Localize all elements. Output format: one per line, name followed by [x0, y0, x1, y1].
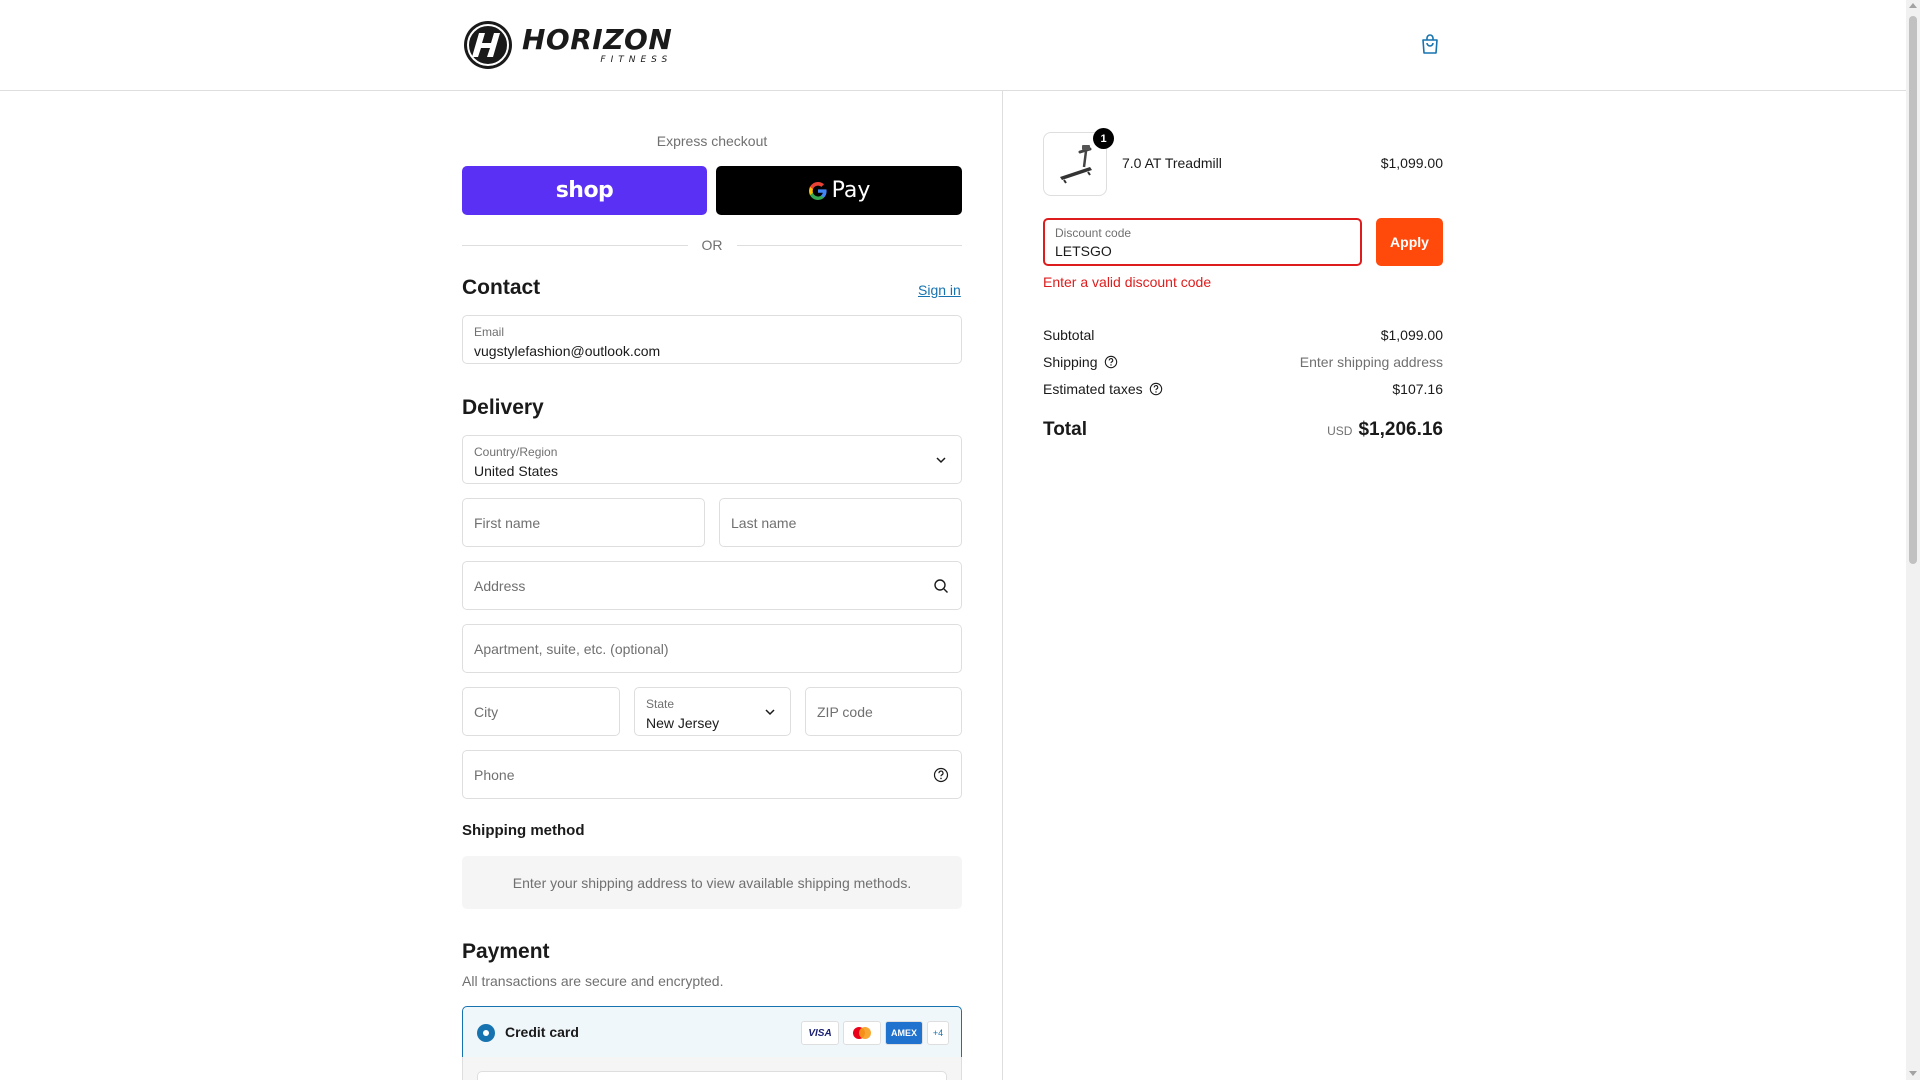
phone-placeholder: Phone [474, 766, 515, 783]
credit-card-radio[interactable] [477, 1024, 495, 1042]
email-value: vugstylefashion@outlook.com [474, 343, 661, 359]
search-icon [934, 578, 948, 593]
email-label: Email [474, 325, 505, 339]
city-input[interactable]: City [462, 687, 620, 736]
google-pay-label: Pay [831, 178, 871, 203]
more-cards-badge: +4 [927, 1021, 949, 1045]
page-scrollbar[interactable] [1906, 0, 1920, 1080]
sign-in-link[interactable]: Sign in [918, 282, 961, 298]
site-header: HORIZON FITNESS [0, 0, 1906, 91]
card-number-input[interactable] [477, 1071, 947, 1080]
state-value: New Jersey [646, 715, 720, 731]
shipping-row: Shipping Enter shipping address [1043, 354, 1443, 372]
product-price: $1,099.00 [1380, 155, 1443, 171]
or-divider: OR [462, 236, 962, 254]
subtotal-label: Subtotal [1043, 327, 1095, 343]
horizon-logo-mark-icon [464, 21, 512, 69]
help-circle-icon[interactable] [1149, 382, 1163, 396]
payment-subtitle: All transactions are secure and encrypte… [462, 973, 724, 989]
product-name: 7.0 AT Treadmill [1122, 155, 1222, 171]
google-pay-button[interactable]: Pay [716, 166, 962, 215]
scroll-down-icon[interactable] [1909, 1071, 1917, 1076]
chevron-down-icon [765, 708, 775, 715]
zip-input[interactable]: ZIP code [805, 687, 962, 736]
discount-error-message: Enter a valid discount code [1043, 274, 1212, 290]
quantity-badge: 1 [1093, 128, 1114, 149]
last-name-placeholder: Last name [731, 514, 797, 531]
credit-card-label: Credit card [505, 1024, 579, 1040]
credit-card-option[interactable]: Credit card VISA AMEX +4 [462, 1006, 962, 1058]
address-placeholder: Address [474, 577, 526, 594]
total-label: Total [1043, 419, 1087, 440]
scrollbar-thumb[interactable] [1909, 16, 1917, 564]
shipping-label: Shipping [1043, 354, 1098, 370]
card-brands: VISA AMEX +4 [801, 1021, 949, 1045]
last-name-input[interactable]: Last name [719, 498, 962, 547]
city-placeholder: City [474, 703, 499, 720]
discount-code-input[interactable]: Discount code LETSGO [1043, 218, 1362, 266]
horizon-logo[interactable]: HORIZON FITNESS [462, 19, 672, 71]
email-field[interactable]: Email vugstylefashion@outlook.com [462, 315, 962, 364]
address-input[interactable]: Address [462, 561, 962, 610]
total-row: Total USD $1,206.16 [1043, 419, 1443, 445]
contact-title: Contact [462, 276, 541, 299]
shipping-method-title: Shipping method [462, 822, 585, 839]
zip-placeholder: ZIP code [817, 703, 873, 720]
help-circle-icon[interactable] [933, 767, 949, 783]
shop-pay-button[interactable]: shop [462, 166, 707, 215]
shop-pay-label: shop [555, 178, 614, 203]
taxes-row: Estimated taxes $107.16 [1043, 381, 1443, 399]
apartment-placeholder: Apartment, suite, etc. (optional) [474, 640, 669, 657]
subtotal-value: $1,099.00 [1380, 327, 1443, 343]
help-circle-icon[interactable] [1104, 355, 1118, 369]
apply-discount-button[interactable]: Apply [1376, 218, 1443, 266]
first-name-placeholder: First name [474, 514, 541, 531]
country-label: Country/Region [474, 445, 558, 459]
taxes-label: Estimated taxes [1043, 381, 1143, 397]
visa-icon: VISA [801, 1021, 839, 1045]
phone-input[interactable]: Phone [462, 750, 962, 799]
delivery-title: Delivery [462, 396, 544, 419]
total-value: $1,206.16 [1358, 419, 1443, 440]
payment-title: Payment [462, 940, 550, 963]
state-label: State [646, 697, 675, 711]
apartment-input[interactable]: Apartment, suite, etc. (optional) [462, 624, 962, 673]
chevron-down-icon [936, 456, 946, 463]
shipping-value: Enter shipping address [1299, 354, 1443, 370]
first-name-input[interactable]: First name [462, 498, 705, 547]
country-value: United States [474, 463, 559, 479]
taxes-value: $107.16 [1392, 381, 1443, 397]
scroll-up-icon[interactable] [1909, 3, 1917, 8]
brand-sub: FITNESS [600, 54, 673, 65]
discount-value: LETSGO [1055, 243, 1112, 259]
or-text: OR [701, 237, 723, 253]
currency-code: USD [1327, 424, 1353, 438]
express-checkout-title: Express checkout [656, 133, 768, 149]
state-select[interactable]: State New Jersey [634, 687, 791, 736]
credit-card-form [462, 1057, 962, 1080]
discount-label: Discount code [1055, 226, 1132, 240]
subtotal-row: Subtotal $1,099.00 [1043, 327, 1443, 345]
shopping-bag-icon[interactable] [1418, 32, 1442, 56]
mastercard-icon [843, 1021, 881, 1045]
brand-name: HORIZON [522, 22, 673, 56]
amex-icon: AMEX [885, 1021, 923, 1045]
country-select[interactable]: Country/Region United States [462, 435, 962, 484]
google-g-icon [808, 181, 827, 200]
shipping-method-message: Enter your shipping address to view avai… [462, 856, 962, 909]
